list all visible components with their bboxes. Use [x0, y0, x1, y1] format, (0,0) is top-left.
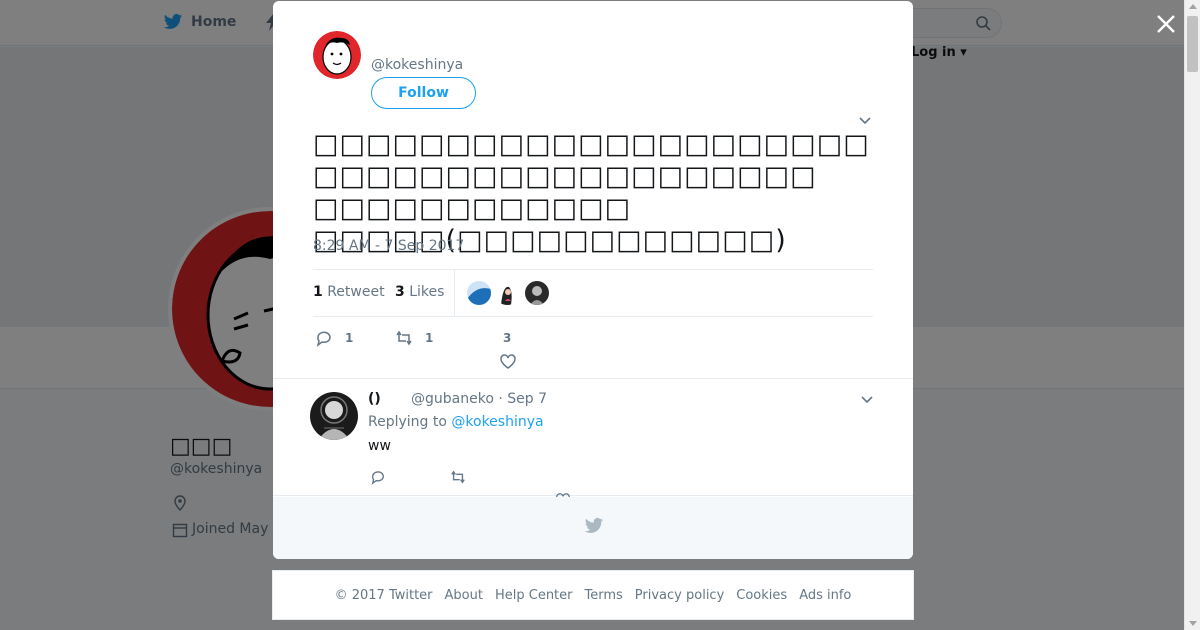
retweet-stat-label: Retweet: [327, 284, 385, 300]
kokeshi-avatar-image: [313, 31, 361, 79]
footer-link-terms[interactable]: Terms: [585, 588, 623, 603]
tweet-actions: 1 1 3: [313, 327, 873, 373]
replying-to-link[interactable]: @kokeshinya: [451, 414, 543, 430]
retweet-stat[interactable]: 1 Retweet: [313, 284, 385, 300]
tweet-timestamp[interactable]: 8:29 AM - 7 Sep 2017: [313, 238, 464, 254]
reply-author-handle-time[interactable]: @gubaneko · Sep 7: [411, 391, 547, 407]
reply-tweet[interactable]: () @gubaneko · Sep 7 Replying to @kokesh…: [273, 378, 913, 496]
footer-link-about[interactable]: About: [445, 588, 483, 603]
follow-button[interactable]: Follow: [371, 77, 476, 109]
footer-link-cookies[interactable]: Cookies: [736, 588, 787, 603]
retweet-icon: [396, 330, 412, 346]
tweet-permalink-modal: @kokeshinya Follow □□□□□□□□□□□□□□□□□□□□□…: [273, 1, 913, 559]
reply-icon[interactable]: [370, 469, 386, 485]
retweet-button[interactable]: 1: [395, 329, 433, 347]
retweet-stat-count: 1: [313, 284, 323, 300]
retweet-count: 1: [425, 331, 434, 345]
retweet-icon[interactable]: [450, 469, 466, 485]
scroll-up-arrow[interactable]: [1189, 4, 1197, 9]
reply-author-avatar[interactable]: [310, 392, 358, 440]
reply-author-name[interactable]: (): [368, 391, 381, 407]
liker-avatar[interactable]: [525, 281, 549, 305]
chevron-down-icon[interactable]: [860, 392, 874, 406]
close-icon[interactable]: [1154, 12, 1178, 36]
liker-avatar[interactable]: [495, 281, 519, 305]
footer-link-ads-info[interactable]: Ads info: [799, 588, 851, 603]
footer-link-privacy[interactable]: Privacy policy: [635, 588, 724, 603]
chevron-down-icon[interactable]: [858, 113, 872, 127]
reply-count: 1: [345, 331, 354, 345]
scroll-thumb[interactable]: [1187, 16, 1198, 72]
reply-text: ww: [368, 438, 391, 454]
tweet-stats: 1 Retweet 3 Likes: [313, 269, 873, 317]
likes-stat-label: Likes: [409, 284, 445, 300]
stats-divider: [454, 270, 455, 316]
reply-avatar-image: [310, 392, 358, 440]
modal-footer: [273, 497, 913, 559]
footer-link-help-center[interactable]: Help Center: [495, 588, 573, 603]
likes-stat-count: 3: [395, 284, 405, 300]
tweet-author-handle[interactable]: @kokeshinya: [371, 57, 463, 73]
tweet-author-avatar[interactable]: [313, 31, 361, 79]
page-scrollbar[interactable]: [1184, 0, 1200, 630]
scroll-down-arrow[interactable]: [1189, 621, 1197, 626]
reply-button[interactable]: 1: [315, 329, 353, 347]
footer-copyright: © 2017 Twitter: [334, 587, 433, 603]
replying-to-context: Replying to @kokeshinya: [368, 414, 544, 430]
like-count: 3: [503, 331, 512, 345]
reply-icon: [316, 331, 331, 347]
site-footer: © 2017 Twitter About Help Center Terms P…: [272, 570, 914, 620]
liker-avatar[interactable]: [467, 281, 491, 305]
replying-to-prefix: Replying to: [368, 414, 447, 430]
heart-icon[interactable]: [499, 353, 517, 371]
twitter-bird-icon: [584, 518, 604, 533]
likes-stat[interactable]: 3 Likes: [395, 284, 444, 300]
